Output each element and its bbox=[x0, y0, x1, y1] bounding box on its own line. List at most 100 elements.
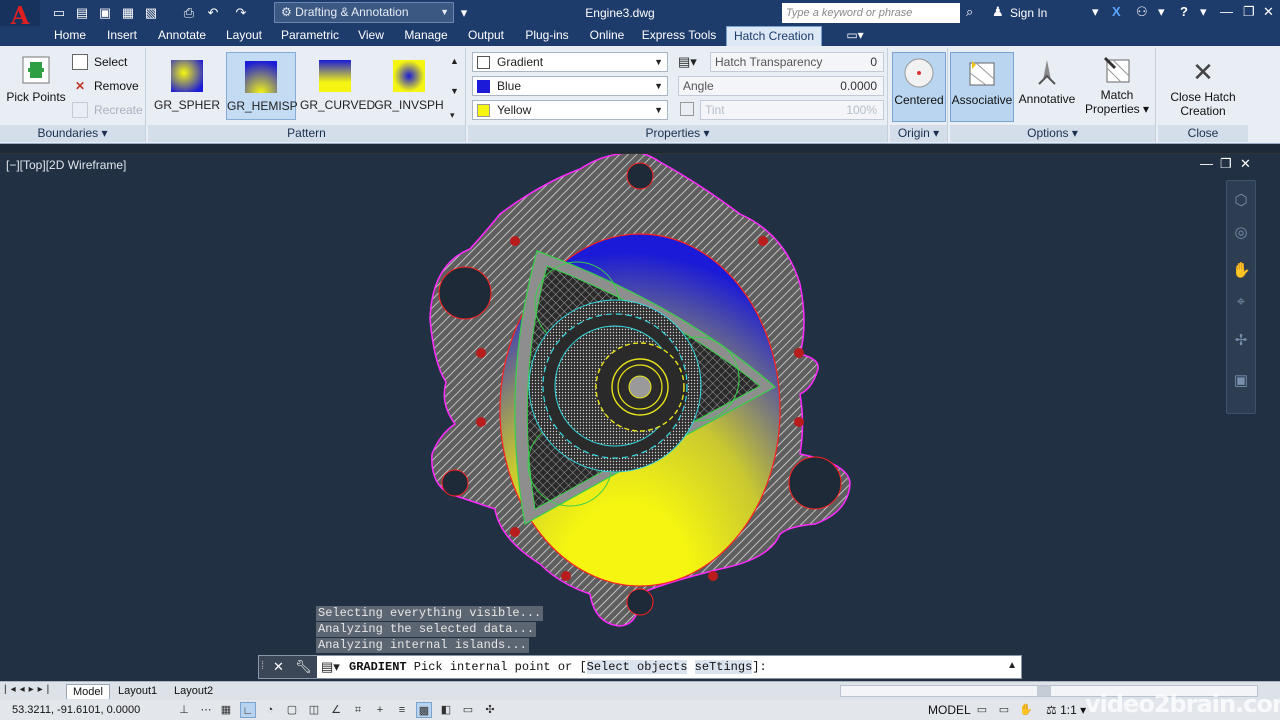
zoom-icon[interactable]: ⌖ bbox=[1232, 293, 1250, 311]
open-icon[interactable]: ▤ bbox=[73, 4, 91, 22]
close-command-line-icon[interactable]: ✕ bbox=[273, 659, 284, 675]
layout-tab-layout1[interactable]: Layout1 bbox=[112, 684, 163, 699]
remove-button[interactable]: ✕ Remove bbox=[72, 78, 139, 94]
help-menu-dropdown-icon[interactable]: ▾ bbox=[1200, 4, 1207, 20]
sign-in-dropdown-icon[interactable]: ▾ bbox=[1092, 4, 1099, 20]
tab-output[interactable]: Output bbox=[460, 26, 512, 46]
user-icon[interactable]: ♟ bbox=[992, 4, 1004, 20]
object-snap-icon[interactable]: ▢ bbox=[284, 702, 300, 718]
tint-field[interactable]: Tint 100% bbox=[700, 100, 884, 120]
properties-panel-title[interactable]: Properties ▾ bbox=[468, 125, 887, 142]
drawing-area[interactable]: [−][Top][2D Wireframe] — ❐ ✕ ⬡ ◎ ✋ ⌖ ✢ ▣… bbox=[0, 153, 1280, 681]
3d-object-snap-icon[interactable]: ◫ bbox=[306, 702, 322, 718]
layout-nav-icon[interactable]: |◂◂▸▸| bbox=[4, 684, 53, 695]
gradient-color-1-dropdown[interactable]: Blue ▼ bbox=[472, 76, 668, 96]
select-button[interactable]: Select bbox=[72, 54, 127, 70]
polar-tracking-icon[interactable]: ◔ bbox=[262, 702, 278, 718]
recreate-button[interactable]: Recreate bbox=[72, 102, 143, 118]
quick-view-drawings-icon[interactable]: ▭ bbox=[996, 702, 1012, 718]
tab-plug-ins[interactable]: Plug-ins bbox=[518, 26, 576, 46]
pick-points-button[interactable]: Pick Points bbox=[4, 54, 68, 104]
pattern-gr-curved[interactable]: GR_CURVED bbox=[300, 52, 375, 120]
pattern-gr-hemisp[interactable]: GR_HEMISP bbox=[226, 52, 298, 120]
pattern-expand-icon[interactable]: ▾ bbox=[450, 110, 455, 121]
command-prompt[interactable]: GRADIENT Pick internal point or [Select … bbox=[349, 660, 767, 674]
infer-constraints-icon[interactable]: ⊥ bbox=[176, 702, 192, 718]
pan-icon[interactable]: ✋ bbox=[1232, 261, 1251, 279]
orbit-icon[interactable]: ✢ bbox=[1232, 331, 1250, 349]
close-hatch-creation-button[interactable]: ✕ Close Hatch Creation bbox=[1160, 52, 1246, 122]
restore-icon[interactable]: ❐ bbox=[1243, 4, 1255, 20]
minimize-icon[interactable]: — bbox=[1220, 4, 1233, 19]
undo-icon[interactable]: ↶ bbox=[204, 4, 222, 22]
snap-mode-icon[interactable]: ⋯ bbox=[198, 702, 214, 718]
redo-icon[interactable]: ↷ bbox=[232, 4, 250, 22]
match-properties-button[interactable]: Match Properties ▾ bbox=[1082, 52, 1152, 122]
save-icon[interactable]: ▣ bbox=[96, 4, 114, 22]
transparency-toggle-icon[interactable]: ▩ bbox=[416, 702, 432, 718]
exchange-icon[interactable]: X bbox=[1112, 4, 1121, 19]
select-objects-option[interactable]: Select objects bbox=[586, 660, 688, 674]
workspace-dropdown[interactable]: ⚙ Drafting & Annotation ▼ bbox=[274, 2, 454, 23]
pattern-scroll-down-icon[interactable]: ▼ bbox=[450, 86, 459, 96]
origin-panel-title[interactable]: Origin ▾ bbox=[890, 125, 947, 142]
quick-properties-icon[interactable]: ◧ bbox=[438, 702, 454, 718]
annotation-monitor-icon[interactable]: ✣ bbox=[482, 702, 498, 718]
options-panel-title[interactable]: Options ▾ bbox=[950, 125, 1155, 142]
command-icon[interactable]: ▤▾ bbox=[321, 659, 340, 675]
grid-display-icon[interactable]: ▦ bbox=[218, 702, 234, 718]
customize-wrench-icon[interactable]: 🔧︎ bbox=[295, 659, 312, 675]
settings-option[interactable]: seTtings bbox=[694, 660, 753, 674]
tint-toggle-icon[interactable] bbox=[680, 102, 694, 116]
help-people-icon[interactable]: ⚇ bbox=[1136, 4, 1148, 20]
grip-icon[interactable]: ⁞ bbox=[261, 660, 264, 672]
binoculars-icon[interactable]: ⌕ bbox=[966, 4, 973, 20]
ribbon-minimize-icon[interactable]: ▭▾ bbox=[840, 26, 870, 46]
viewcube-icon[interactable]: ⬡ bbox=[1232, 191, 1250, 209]
coordinates-readout[interactable]: 53.3211, -91.6101, 0.0000 bbox=[12, 704, 140, 716]
associative-button[interactable]: Associative bbox=[950, 52, 1014, 122]
save-as-icon[interactable]: ▦ bbox=[119, 4, 137, 22]
plot-icon[interactable]: ⎙ bbox=[180, 4, 198, 22]
layout-tab-layout2[interactable]: Layout2 bbox=[168, 684, 219, 699]
gradient-color-2-dropdown[interactable]: Yellow ▼ bbox=[472, 100, 668, 120]
scrollbar-thumb[interactable] bbox=[1037, 686, 1051, 696]
sign-in-button[interactable]: Sign In bbox=[1010, 6, 1047, 20]
command-history-toggle-icon[interactable]: ▲ bbox=[1007, 660, 1017, 671]
showmotion-icon[interactable]: ▣ bbox=[1232, 371, 1250, 389]
boundaries-panel-title[interactable]: Boundaries ▾ bbox=[0, 125, 145, 142]
tab-online[interactable]: Online bbox=[582, 26, 632, 46]
tab-hatch-creation[interactable]: Hatch Creation bbox=[726, 26, 822, 46]
annotation-scale[interactable]: ⚖ 1:1 ▾ bbox=[1046, 703, 1086, 717]
tab-layout[interactable]: Layout bbox=[220, 26, 268, 46]
tab-insert[interactable]: Insert bbox=[100, 26, 144, 46]
pan-status-icon[interactable]: ✋ bbox=[1018, 702, 1034, 718]
tab-manage[interactable]: Manage bbox=[398, 26, 454, 46]
search-input[interactable]: Type a keyword or phrase bbox=[782, 3, 960, 23]
hatch-transparency-field[interactable]: Hatch Transparency 0 bbox=[710, 52, 884, 72]
hatch-type-dropdown[interactable]: Gradient ▼ bbox=[472, 52, 668, 72]
layout-tab-model[interactable]: Model bbox=[66, 684, 110, 699]
help-icon[interactable]: ? bbox=[1180, 4, 1188, 19]
tab-express-tools[interactable]: Express Tools bbox=[638, 26, 720, 46]
annotative-button[interactable]: Annotative bbox=[1016, 52, 1078, 122]
selection-cycling-icon[interactable]: ▭ bbox=[460, 702, 476, 718]
quick-access-dropdown-icon[interactable]: ▾ bbox=[455, 4, 473, 22]
tab-annotate[interactable]: Annotate bbox=[150, 26, 214, 46]
plot-preview-icon[interactable]: ▧ bbox=[142, 4, 160, 22]
close-app-icon[interactable]: ✕ bbox=[1263, 4, 1274, 20]
tab-parametric[interactable]: Parametric bbox=[276, 26, 344, 46]
transparency-icon[interactable]: ▤▾ bbox=[678, 54, 697, 70]
dynamic-input-icon[interactable]: + bbox=[372, 702, 388, 718]
tab-home[interactable]: Home bbox=[48, 26, 92, 46]
pattern-gr-spher[interactable]: GR_SPHER bbox=[152, 52, 222, 120]
pattern-gr-invsph[interactable]: GR_INVSPH bbox=[374, 52, 444, 120]
command-line[interactable]: ⁞ ✕ 🔧︎ ▤▾ GRADIENT Pick internal point o… bbox=[258, 655, 1022, 679]
tab-view[interactable]: View bbox=[352, 26, 390, 46]
object-snap-tracking-icon[interactable]: ∠ bbox=[328, 702, 344, 718]
lineweight-icon[interactable]: ≡ bbox=[394, 702, 410, 718]
model-space-button[interactable]: MODEL bbox=[928, 703, 971, 717]
centered-button[interactable]: Centered bbox=[892, 52, 946, 122]
pattern-scroll-up-icon[interactable]: ▲ bbox=[450, 56, 459, 66]
ortho-mode-icon[interactable]: ∟ bbox=[240, 702, 256, 718]
